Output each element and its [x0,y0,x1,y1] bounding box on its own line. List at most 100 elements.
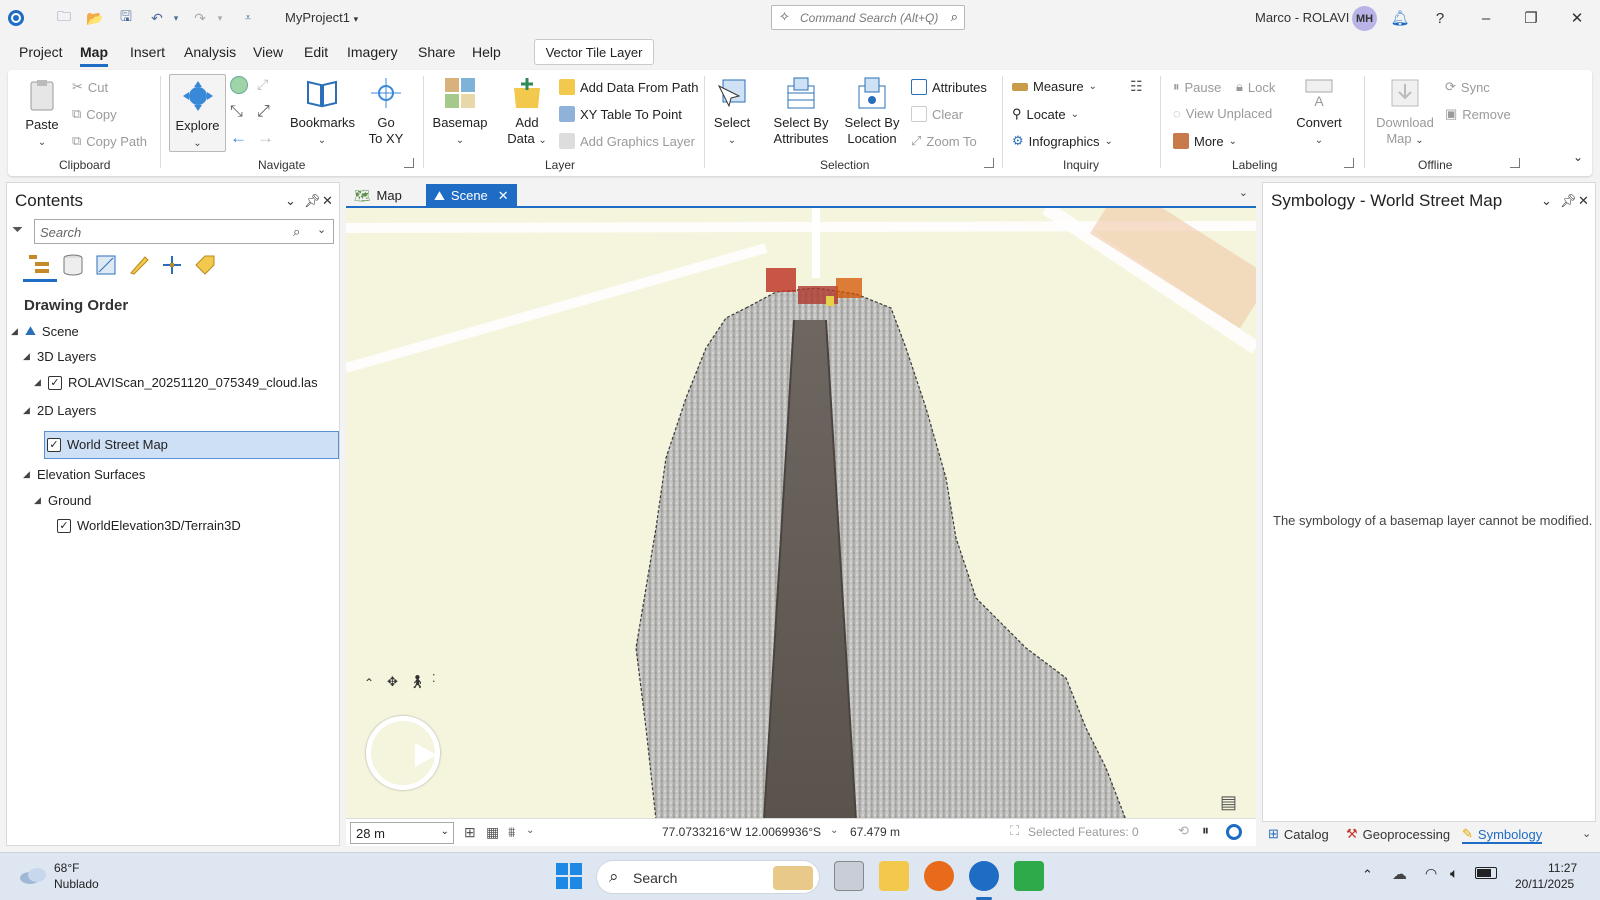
grid-icon[interactable]: ⊞ [464,824,476,841]
tree-item-scene[interactable]: ◢ ⛰ Scene [11,323,79,339]
undo-icon[interactable]: ↶ [147,8,167,28]
close-pane-icon[interactable]: ✕ [322,193,333,209]
weather-temperature[interactable]: 68°F [54,861,79,875]
tree-item-las-layer[interactable]: ◢ ✓ ROLAVIScan_20251120_075349_cloud.las [34,375,318,390]
cloud-weather-icon[interactable] [18,865,48,885]
select-button[interactable]: Select ⌄ [710,76,754,149]
clock-date[interactable]: 20/11/2025 [1515,877,1574,891]
bottom-tabs-dropdown-icon[interactable]: ⌄ [1582,827,1591,840]
taskbar-search[interactable]: ⌕ Search [596,860,820,894]
tree-item-2d-layers[interactable]: ◢ 2D Layers [23,403,96,418]
view-tabs-dropdown-icon[interactable]: ⌄ [1239,186,1248,199]
notifications-bell-icon[interactable]: 🔔︎ [1388,6,1412,30]
offline-launcher-icon[interactable] [1510,158,1520,168]
basemap-button[interactable]: Basemap ⌄ [432,76,488,149]
task-view-icon[interactable] [834,861,864,891]
select-by-location-button[interactable]: Select By Location [842,76,902,147]
pane-options-icon[interactable]: ⌄ [1541,193,1552,209]
navigator-person-icon[interactable]: 🚶︎ [409,674,426,690]
selection-launcher-icon[interactable] [984,158,994,168]
arcgis-pro-taskbar-icon[interactable] [969,861,999,891]
tab-scene-view[interactable]: ⛰ Scene ✕ [426,184,517,207]
full-extent-icon[interactable] [230,76,248,94]
selected-features-count[interactable]: Selected Features: 0 [1028,825,1139,839]
navigator-pan-icon[interactable]: ✥ [387,674,398,690]
open-project-icon[interactable]: 📂 [85,8,105,28]
tab-view[interactable]: View [253,44,283,60]
pin-icon[interactable]: 📌︎ [304,193,321,209]
visibility-checkbox[interactable]: ✓ [48,375,62,390]
list-by-selection-icon[interactable] [94,253,118,277]
add-graphics-layer-button[interactable]: Add Graphics Layer [559,133,695,149]
scale-select[interactable]: 28 m ⌄ [350,822,454,844]
convert-button[interactable]: A Convert ⌄ [1292,76,1346,149]
avatar[interactable]: MH [1352,6,1377,31]
app-green-icon[interactable] [1014,861,1044,891]
inquiry-extra-icon[interactable]: ☷ [1130,78,1143,95]
minimize-icon[interactable]: – [1474,6,1498,30]
list-by-editing-icon[interactable] [127,253,151,277]
xy-table-to-point-button[interactable]: XY Table To Point [559,106,682,122]
tree-item-terrain[interactable]: ✓ WorldElevation3D/Terrain3D [57,518,241,533]
navigator-expand-icon[interactable]: ⁚ [432,672,436,685]
lock-labeling-button[interactable]: 🔒︎ Lock [1236,79,1275,95]
tab-help[interactable]: Help [472,44,501,60]
copy-path-button[interactable]: ⧉ Copy Path [72,133,147,149]
help-icon[interactable]: ? [1428,6,1452,30]
tab-geoprocessing[interactable]: ⚒ Geoprocessing [1346,826,1450,842]
tab-imagery[interactable]: Imagery [347,44,398,60]
navigator-up-icon[interactable]: ⌃ [364,676,374,690]
go-to-xy-button[interactable]: Go To XY [364,76,408,147]
select-by-attributes-button[interactable]: Select By Attributes [770,76,832,147]
map-tips-icon[interactable]: ▤ [1220,792,1237,813]
scene-view[interactable]: ⌃ ✥ 🚶︎ ⁚ ▤ [346,206,1256,818]
previous-extent-icon[interactable]: ← [230,128,247,148]
close-icon[interactable]: ✕ [1565,6,1589,30]
add-data-button[interactable]: Add Data ⌄ [504,76,550,149]
tab-insert[interactable]: Insert [130,44,165,60]
filter-icon[interactable]: ⏷ [12,221,23,238]
new-project-icon[interactable]: 🗀 [54,8,74,28]
fixed-zoom-out-icon[interactable]: ⤢ [257,103,270,121]
tree-item-elevation-surfaces[interactable]: ◢ Elevation Surfaces [23,467,145,482]
volume-icon[interactable]: 🔈︎ [1450,865,1458,882]
user-name[interactable]: Marco - ROLAVI [1255,10,1349,25]
next-extent-icon[interactable]: → [257,128,274,148]
expand-triangle-icon[interactable]: ◢ [34,377,42,388]
wifi-icon[interactable]: ◠ [1425,865,1437,882]
view-unplaced-button[interactable]: ◌ View Unplaced [1173,106,1272,121]
tab-edit[interactable]: Edit [304,44,328,60]
tree-item-3d-layers[interactable]: ◢ 3D Layers [23,349,96,364]
snapping-dropdown-icon[interactable]: ⌄ [526,825,534,836]
sync-button[interactable]: ⟳ Sync [1445,79,1490,95]
snapping-icon[interactable]: ⩩ [508,824,515,841]
contents-search-input[interactable]: Search ⌕ ⌄ [34,219,334,244]
visibility-checkbox[interactable]: ✓ [47,437,61,452]
expand-triangle-icon[interactable]: ◢ [34,495,42,506]
collapse-ribbon-icon[interactable]: ⌄ [1573,150,1583,164]
tab-project[interactable]: Project [19,44,63,60]
clock-time[interactable]: 11:27 [1548,861,1577,875]
windows-start-icon[interactable] [556,863,582,889]
redo-dropdown-icon[interactable]: ▾ [210,8,230,28]
explore-button[interactable]: Explore ⌄ [169,74,226,152]
list-by-snapping-icon[interactable] [160,253,184,277]
infographics-button[interactable]: ⚙ Infographics ⌄ [1012,133,1113,149]
zoom-to-button[interactable]: ⤢ Zoom To [911,133,977,149]
project-title[interactable]: MyProject1 ▾ [285,10,358,25]
tab-share[interactable]: Share [418,44,455,60]
onedrive-cloud-icon[interactable]: ☁ [1392,865,1407,883]
list-by-labeling-icon[interactable] [193,253,217,277]
visibility-checkbox[interactable]: ✓ [57,518,71,533]
weather-condition[interactable]: Nublado [54,877,99,891]
expand-triangle-icon[interactable]: ◢ [23,469,31,480]
labeling-launcher-icon[interactable] [1344,158,1354,168]
firefox-icon[interactable] [924,861,954,891]
tab-catalog[interactable]: ⊞ Catalog [1268,826,1329,842]
refresh-icon[interactable]: ⟲ [1178,823,1189,839]
command-search-input[interactable]: ✧ Command Search (Alt+Q) ⌕ [771,5,965,30]
tab-map-view[interactable]: 🗺︎ Map [346,184,410,207]
search-options-icon[interactable]: ⌄ [317,223,326,236]
navigator-compass[interactable] [366,716,440,790]
remove-button[interactable]: ▣ Remove [1445,106,1511,122]
